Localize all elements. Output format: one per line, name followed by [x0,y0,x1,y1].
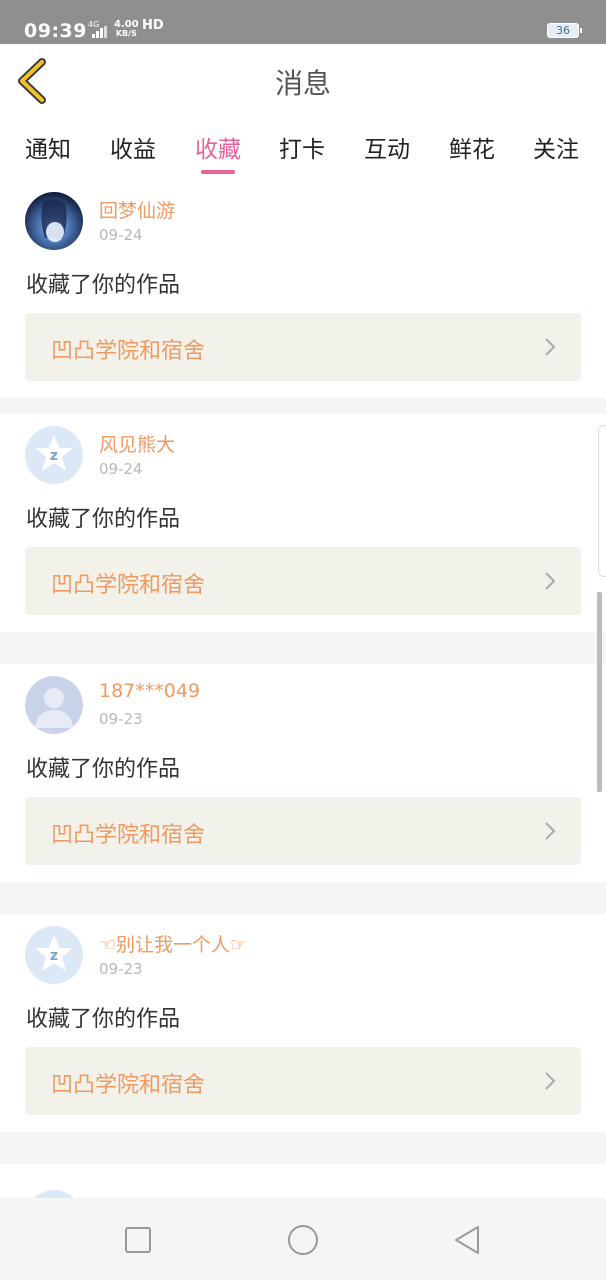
net-speed: 4.00 KB/S [114,20,139,39]
avatar[interactable] [25,676,83,734]
avatar[interactable] [25,192,83,250]
default-person-avatar-icon [25,676,83,734]
tab-bar: 通知 收益 收藏 打卡 互动 鲜花 关注 [0,118,606,180]
message-card: 187***049 09-23 收藏了你的作品 凹凸学院和宿舍 [0,664,606,882]
tab-favorites[interactable]: 收藏 [188,130,248,174]
active-tab-indicator [201,170,235,174]
home-button[interactable] [283,1220,323,1260]
username[interactable]: 回梦仙游 [99,196,175,223]
action-text: 收藏了你的作品 [26,507,181,532]
signal-icon [92,26,107,38]
tab-label: 打卡 [279,137,325,163]
work-link[interactable]: 凹凸学院和宿舍 [25,313,581,381]
work-title: 凹凸学院和宿舍 [51,1073,206,1098]
chevron-right-icon [545,338,556,356]
action-text: 收藏了你的作品 [26,273,181,298]
work-link[interactable]: 凹凸学院和宿舍 [25,797,581,865]
page-title: 消息 [274,67,331,100]
square-icon [125,1227,151,1253]
tab-interaction[interactable]: 互动 [357,130,417,164]
work-title: 凹凸学院和宿舍 [51,339,206,364]
username[interactable]: 187***049 [99,680,200,702]
action-text: 收藏了你的作品 [26,1007,181,1032]
qq-star-avatar-icon: z [25,926,83,984]
status-time: 09:39 [24,20,87,42]
work-title: 凹凸学院和宿舍 [51,823,206,848]
tab-label: 互动 [364,137,410,163]
avatar[interactable]: z [25,926,83,984]
work-link[interactable]: 凹凸学院和宿舍 [25,547,581,615]
tab-follow[interactable]: 关注 [526,130,586,164]
avatar[interactable]: z [25,426,83,484]
work-title: 凹凸学院和宿舍 [51,573,206,598]
message-date: 09-23 [99,710,143,728]
anime-avatar-icon [25,192,83,250]
qq-star-avatar-icon: z [25,426,83,484]
recent-apps-button[interactable] [118,1220,158,1260]
tab-label: 鲜花 [449,137,495,163]
tab-earnings[interactable]: 收益 [103,130,163,164]
message-card: z 风见熊大 09-24 收藏了你的作品 凹凸学院和宿舍 [0,414,606,632]
message-date: 09-24 [99,226,143,244]
edge-handle[interactable] [598,425,606,577]
message-date: 09-24 [99,460,143,478]
action-text: 收藏了你的作品 [26,757,181,782]
status-bar: 09:39 4G 4.00 KB/S HD 36 [0,0,606,44]
chevron-right-icon [545,1072,556,1090]
triangle-back-icon [455,1226,479,1254]
chevron-right-icon [545,572,556,590]
net-speed-unit: KB/S [115,29,137,38]
work-link[interactable]: 凹凸学院和宿舍 [25,1047,581,1115]
tab-label: 通知 [25,137,71,163]
tab-flowers[interactable]: 鲜花 [442,130,502,164]
message-card: z ☜别让我一个人☞ 09-23 收藏了你的作品 凹凸学院和宿舍 [0,914,606,1132]
username[interactable]: 风见熊大 [99,430,175,457]
tab-checkin[interactable]: 打卡 [272,130,332,164]
battery-icon: 36 [547,23,582,38]
tab-notice[interactable]: 通知 [18,130,78,164]
tab-label: 关注 [533,137,579,163]
system-nav-bar [0,1198,606,1280]
scrollbar[interactable] [597,592,602,792]
message-card: 回梦仙游 09-24 收藏了你的作品 凹凸学院和宿舍 [0,180,606,398]
tab-label: 收藏 [195,137,241,163]
header: 消息 [0,44,606,118]
tab-label: 收益 [110,137,156,163]
svg-text:z: z [50,948,58,964]
username[interactable]: ☜别让我一个人☞ [99,930,247,957]
back-nav-button[interactable] [448,1220,488,1260]
chevron-right-icon [545,822,556,840]
circle-icon [288,1225,318,1255]
message-date: 09-23 [99,960,143,978]
svg-text:z: z [50,448,58,464]
hd-indicator: HD [142,18,164,33]
